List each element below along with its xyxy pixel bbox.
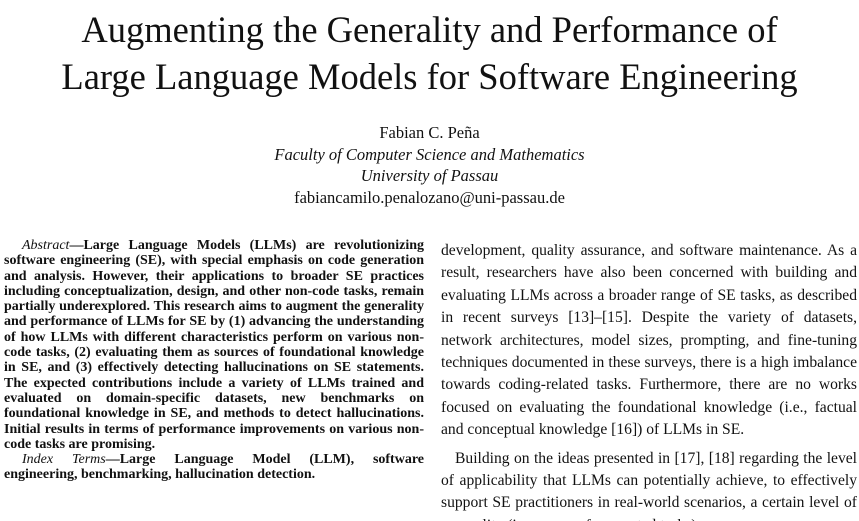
title-line-2: Large Language Models for Software Engin…	[61, 56, 798, 97]
index-terms-paragraph: Index Terms—Large Language Model (LLM), …	[4, 452, 424, 483]
title-line-1: Augmenting the Generality and Performanc…	[81, 9, 778, 50]
paper-page: Augmenting the Generality and Performanc…	[0, 0, 859, 521]
author-email: fabiancamilo.penalozano@uni-passau.de	[294, 187, 565, 207]
index-terms-label: Index Terms	[22, 452, 106, 468]
paper-title: Augmenting the Generality and Performanc…	[0, 6, 859, 100]
body-paragraph-1: development, quality assurance, and soft…	[441, 242, 857, 439]
body-paragraph-2: Building on the ideas presented in [17],…	[441, 449, 857, 521]
author-block: Fabian C. Peña Faculty of Computer Scien…	[0, 122, 859, 208]
abstract-label: Abstract	[22, 238, 70, 253]
abstract-paragraph: Abstract—Large Language Models (LLMs) ar…	[4, 238, 424, 452]
right-column: development, quality assurance, and soft…	[441, 240, 857, 521]
author-department: Faculty of Computer Science and Mathemat…	[274, 144, 585, 164]
author-university: University of Passau	[360, 166, 499, 185]
abstract-text: —Large Language Models (LLMs) are revolu…	[4, 238, 424, 452]
author-name: Fabian C. Peña	[379, 123, 480, 142]
left-column: Abstract—Large Language Models (LLMs) ar…	[4, 238, 424, 483]
